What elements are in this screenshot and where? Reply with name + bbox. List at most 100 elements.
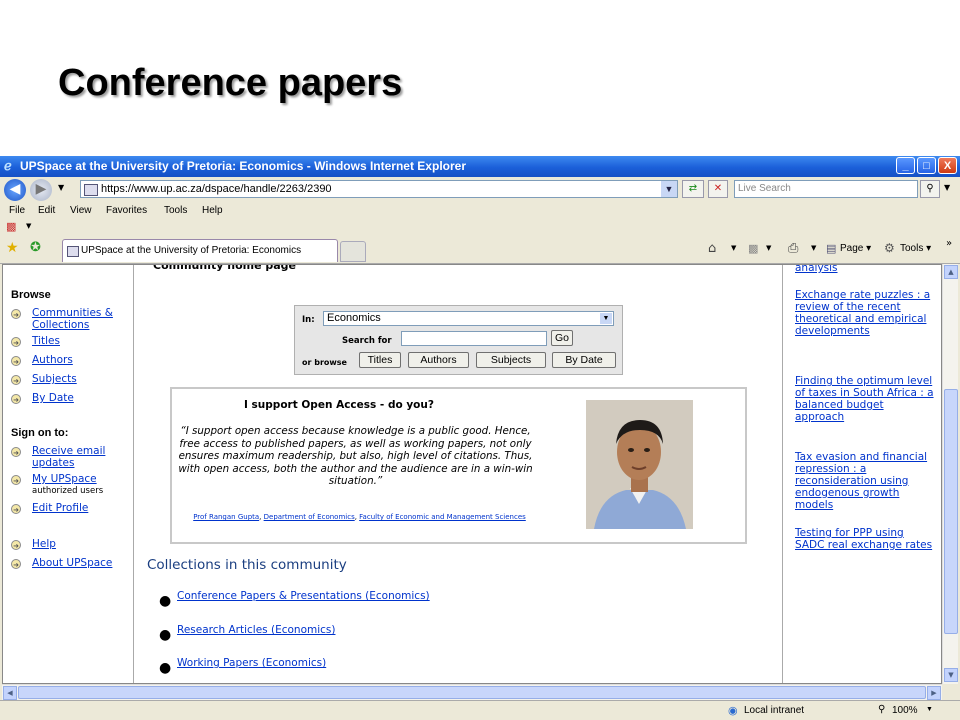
collections-heading: Collections in this community <box>147 557 347 573</box>
live-search-input[interactable]: Live Search <box>734 180 918 198</box>
address-url: https://www.up.ac.za/dspace/handle/2263/… <box>101 183 332 195</box>
refresh-icon[interactable]: ⇄ <box>682 180 704 198</box>
address-field[interactable]: https://www.up.ac.za/dspace/handle/2263/… <box>80 180 678 198</box>
recent-item[interactable]: Tax evasion and financial repression : a… <box>795 451 935 511</box>
circle-arrow-icon: ➜ <box>11 447 21 457</box>
stop-icon[interactable]: ✕ <box>708 180 728 198</box>
search-options-chevron-icon[interactable]: ▼ <box>944 183 950 192</box>
minimize-button[interactable]: _ <box>896 157 915 174</box>
circle-arrow-icon: ➜ <box>11 475 21 485</box>
chevron-down-icon[interactable]: ▼ <box>766 244 771 252</box>
close-button[interactable]: X <box>938 157 957 174</box>
sidebar-item-label[interactable]: Authors <box>32 354 73 366</box>
scope-select-value: Economics <box>327 312 381 324</box>
menu-view[interactable]: View <box>70 205 92 216</box>
browse-heading: Browse <box>11 289 51 301</box>
window-title: UPSpace at the University of Pretoria: E… <box>20 159 466 173</box>
signon-heading: Sign on to: <box>11 427 69 439</box>
page-menu[interactable]: Page ▾ <box>840 243 871 254</box>
chevron-down-icon[interactable]: ▼ <box>600 313 612 324</box>
collection-link[interactable]: Working Papers (Economics) <box>177 657 326 669</box>
sidebar-item-label[interactable]: Titles <box>32 335 60 347</box>
portrait-photo <box>586 400 693 529</box>
sidebar-item-label[interactable]: My UPSpace <box>32 473 97 485</box>
page-icon: ▤ <box>826 242 837 255</box>
browse-subjects-button[interactable]: Subjects <box>476 352 546 368</box>
chevron-down-icon[interactable]: ▼ <box>811 244 816 252</box>
scroll-right-icon[interactable]: ▶ <box>927 686 941 700</box>
sidebar-item-label[interactable]: Receive email updates <box>32 445 122 469</box>
browse-by-date-button[interactable]: By Date <box>552 352 616 368</box>
in-label: In: <box>302 315 315 325</box>
search-input[interactable] <box>401 331 547 346</box>
back-icon[interactable]: ◀ <box>4 179 26 201</box>
history-dropdown-icon[interactable]: ▼ <box>58 183 64 192</box>
feeds-icon[interactable]: ▩ <box>748 242 758 255</box>
search-panel: In: Economics ▼ Search for Go or browse … <box>294 305 623 375</box>
vertical-scroll-thumb[interactable] <box>944 389 958 634</box>
credit-name-link[interactable]: Prof Rangan Gupta <box>193 513 259 521</box>
tools-menu[interactable]: Tools ▾ <box>900 243 931 254</box>
circle-arrow-icon: ➜ <box>11 540 21 550</box>
new-tab-button[interactable] <box>340 241 366 262</box>
zoom-level[interactable]: 100% <box>892 705 918 716</box>
sidebar-item-label[interactable]: About UPSpace <box>32 557 112 569</box>
sidebar-item-sublabel: authorized users <box>32 486 104 496</box>
sidebar-item-label[interactable]: Help <box>32 538 56 550</box>
browse-titles-button[interactable]: Titles <box>359 352 401 368</box>
menu-bar: File Edit View Favorites Tools Help <box>0 203 960 219</box>
chevron-down-icon[interactable]: ▼ <box>26 222 31 230</box>
credit-dept-link[interactable]: Department of Economics <box>264 513 355 521</box>
scroll-up-icon[interactable]: ▲ <box>944 265 958 279</box>
recent-item[interactable]: Testing for PPP using SADC real exchange… <box>795 527 935 551</box>
chevron-down-icon[interactable]: ▼ <box>731 244 736 252</box>
more-chevron-icon[interactable]: » <box>946 238 952 249</box>
credit-faculty-link[interactable]: Faculty of Economic and Management Scien… <box>359 513 526 521</box>
add-favorite-icon[interactable]: ✪ <box>30 240 41 255</box>
print-icon[interactable]: ⎙ <box>788 241 798 256</box>
horizontal-scrollbar[interactable]: ◀ ▶ <box>2 684 942 700</box>
menu-tools[interactable]: Tools <box>164 205 187 216</box>
scroll-left-icon[interactable]: ◀ <box>3 686 17 700</box>
menu-favorites[interactable]: Favorites <box>106 205 147 216</box>
zoom-icon[interactable]: ⚲ <box>878 704 885 715</box>
open-access-title: I support Open Access - do you? <box>244 399 434 411</box>
scroll-down-icon[interactable]: ▼ <box>944 668 958 682</box>
sidebar-item-label[interactable]: Subjects <box>32 373 77 385</box>
search-icon[interactable]: ⚲ <box>920 180 940 198</box>
collection-link[interactable]: Research Articles (Economics) <box>177 624 335 636</box>
recent-item[interactable]: Exchange rate puzzles : a review of the … <box>795 289 935 337</box>
vertical-scrollbar[interactable]: ▲ ▼ <box>942 264 958 684</box>
forward-icon[interactable]: ▶ <box>30 179 52 201</box>
browse-authors-button[interactable]: Authors <box>408 352 469 368</box>
browser-window: ℯ UPSpace at the University of Pretoria:… <box>0 156 960 720</box>
open-access-quote: “I support open access because knowledge… <box>178 425 533 487</box>
menu-file[interactable]: File <box>9 205 25 216</box>
home-icon[interactable]: ⌂ <box>708 241 716 256</box>
menu-edit[interactable]: Edit <box>38 205 55 216</box>
go-button[interactable]: Go <box>551 330 573 346</box>
maximize-button[interactable]: □ <box>917 157 936 174</box>
chevron-down-icon[interactable]: ▼ <box>661 181 677 197</box>
circle-arrow-icon: ➜ <box>11 504 21 514</box>
open-access-box: I support Open Access - do you? “I suppo… <box>170 387 747 544</box>
recent-item[interactable]: analysis <box>795 265 935 274</box>
scope-select[interactable]: Economics ▼ <box>323 311 614 326</box>
sidebar-item-label[interactable]: By Date <box>32 392 74 404</box>
translate-icon[interactable]: ▩ <box>6 220 16 233</box>
tab-upspace-economics[interactable]: UPSpace at the University of Pretoria: E… <box>62 239 338 262</box>
menu-help[interactable]: Help <box>202 205 223 216</box>
tab-bar: ★ ✪ UPSpace at the University of Pretori… <box>0 236 960 264</box>
tab-label: UPSpace at the University of Pretoria: E… <box>81 245 302 256</box>
recent-item[interactable]: Finding the optimum level of taxes in So… <box>795 375 935 423</box>
favorites-star-icon[interactable]: ★ <box>6 240 19 256</box>
collection-link[interactable]: Conference Papers & Presentations (Econo… <box>177 590 430 602</box>
open-access-credit: Prof Rangan Gupta, Department of Economi… <box>193 513 526 521</box>
sidebar-item-label[interactable]: Edit Profile <box>32 502 88 514</box>
circle-arrow-icon: ➜ <box>11 337 21 347</box>
horizontal-scroll-thumb[interactable] <box>18 686 926 699</box>
chevron-down-icon[interactable]: ▼ <box>926 706 933 713</box>
page-icon <box>67 246 79 257</box>
window-titlebar[interactable]: ℯ UPSpace at the University of Pretoria:… <box>0 156 960 177</box>
sidebar-item-label[interactable]: Communities & Collections <box>32 307 127 331</box>
